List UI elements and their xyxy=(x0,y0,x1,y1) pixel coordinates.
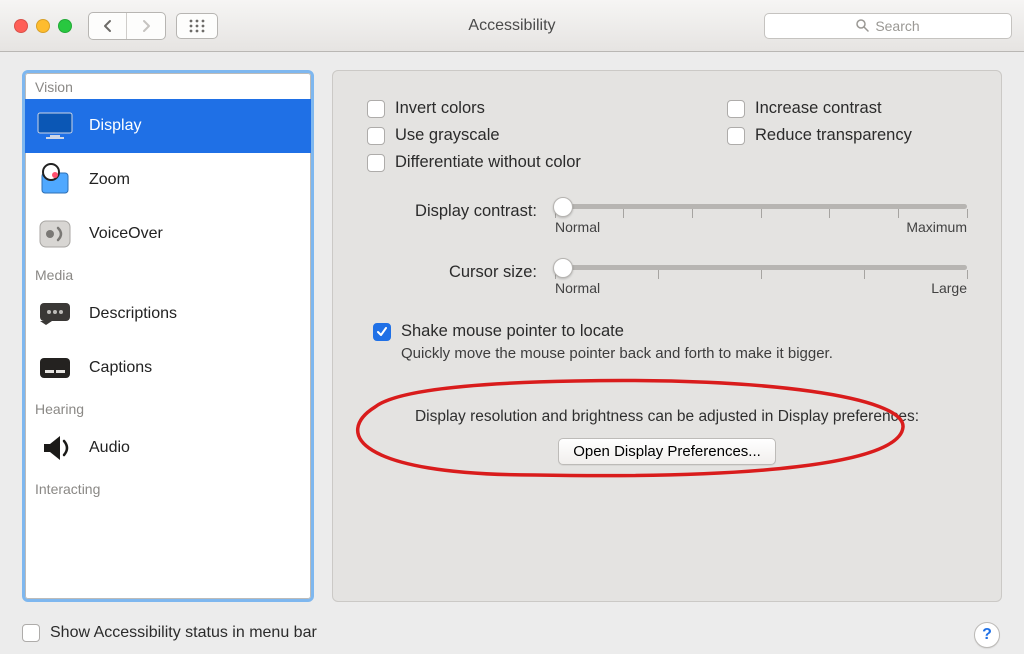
shake-to-locate-checkbox[interactable]: Shake mouse pointer to locate xyxy=(373,322,967,341)
cursor-slider[interactable]: Normal Large xyxy=(555,261,967,296)
grid-icon xyxy=(189,19,205,33)
help-button[interactable]: ? xyxy=(974,622,1000,648)
search-input[interactable]: Search xyxy=(764,13,1012,39)
captions-icon xyxy=(35,349,75,387)
section-vision: Vision xyxy=(25,73,311,99)
sidebar-item-label: Audio xyxy=(89,439,130,457)
show-status-menubar-checkbox[interactable]: Show Accessibility status in menu bar xyxy=(22,624,317,642)
sidebar-item-captions[interactable]: Captions xyxy=(25,341,311,395)
checkbox-label: Reduce transparency xyxy=(755,126,912,145)
checkbox-label: Show Accessibility status in menu bar xyxy=(50,624,317,642)
window-titlebar: Accessibility Search xyxy=(0,0,1024,52)
checkbox-label: Use grayscale xyxy=(395,126,500,145)
section-media: Media xyxy=(25,261,311,287)
checkbox-label: Shake mouse pointer to locate xyxy=(401,322,624,341)
zoom-window-button[interactable] xyxy=(58,19,72,33)
forward-button[interactable] xyxy=(127,13,165,39)
sidebar-item-label: Descriptions xyxy=(89,305,177,323)
sidebar-item-label: VoiceOver xyxy=(89,225,163,243)
use-grayscale-checkbox[interactable]: Use grayscale xyxy=(367,126,727,145)
increase-contrast-checkbox[interactable]: Increase contrast xyxy=(727,99,967,118)
descriptions-icon xyxy=(35,295,75,333)
section-interacting: Interacting xyxy=(25,475,311,501)
sidebar-item-label: Display xyxy=(89,117,141,135)
slider-knob[interactable] xyxy=(553,258,573,278)
differentiate-color-checkbox[interactable]: Differentiate without color xyxy=(367,153,727,172)
category-sidebar: Vision Display Zoom VoiceOver Med xyxy=(22,70,314,602)
annotation-circle xyxy=(325,367,915,487)
nav-back-forward xyxy=(88,12,166,40)
slider-max-label: Maximum xyxy=(906,219,967,235)
slider-min-label: Normal xyxy=(555,219,600,235)
reduce-transparency-checkbox[interactable]: Reduce transparency xyxy=(727,126,967,145)
invert-colors-checkbox[interactable]: Invert colors xyxy=(367,99,727,118)
slider-knob[interactable] xyxy=(553,197,573,217)
search-icon xyxy=(856,19,869,32)
sidebar-item-audio[interactable]: Audio xyxy=(25,421,311,475)
checkbox-label: Invert colors xyxy=(395,99,485,118)
check-icon xyxy=(376,326,388,338)
minimize-window-button[interactable] xyxy=(36,19,50,33)
section-hearing: Hearing xyxy=(25,395,311,421)
sidebar-item-voiceover[interactable]: VoiceOver xyxy=(25,207,311,261)
sidebar-item-label: Captions xyxy=(89,359,152,377)
sidebar-item-display[interactable]: Display xyxy=(25,99,311,153)
sidebar-item-descriptions[interactable]: Descriptions xyxy=(25,287,311,341)
slider-min-label: Normal xyxy=(555,280,600,296)
checkbox-label: Differentiate without color xyxy=(395,153,581,172)
search-placeholder: Search xyxy=(875,18,919,34)
contrast-slider-label: Display contrast: xyxy=(367,200,537,221)
display-prefs-note: Display resolution and brightness can be… xyxy=(367,408,967,426)
display-icon xyxy=(35,107,75,145)
sidebar-item-zoom[interactable]: Zoom xyxy=(25,153,311,207)
audio-icon xyxy=(35,429,75,467)
traffic-lights xyxy=(14,19,72,33)
shake-description: Quickly move the mouse pointer back and … xyxy=(401,345,967,362)
show-all-button[interactable] xyxy=(176,13,218,39)
window-footer: Show Accessibility status in menu bar ? xyxy=(0,612,1024,654)
display-settings-panel: Invert colors Increase contrast Use gray… xyxy=(332,70,1002,602)
close-window-button[interactable] xyxy=(14,19,28,33)
zoom-icon xyxy=(35,161,75,199)
slider-max-label: Large xyxy=(931,280,967,296)
open-display-preferences-button[interactable]: Open Display Preferences... xyxy=(558,438,776,465)
checkbox-label: Increase contrast xyxy=(755,99,882,118)
sidebar-item-label: Zoom xyxy=(89,171,130,189)
chevron-right-icon xyxy=(141,19,151,33)
back-button[interactable] xyxy=(89,13,127,39)
contrast-slider[interactable]: Normal Maximum xyxy=(555,200,967,235)
chevron-left-icon xyxy=(103,19,113,33)
cursor-slider-label: Cursor size: xyxy=(367,261,537,282)
voiceover-icon xyxy=(35,215,75,253)
